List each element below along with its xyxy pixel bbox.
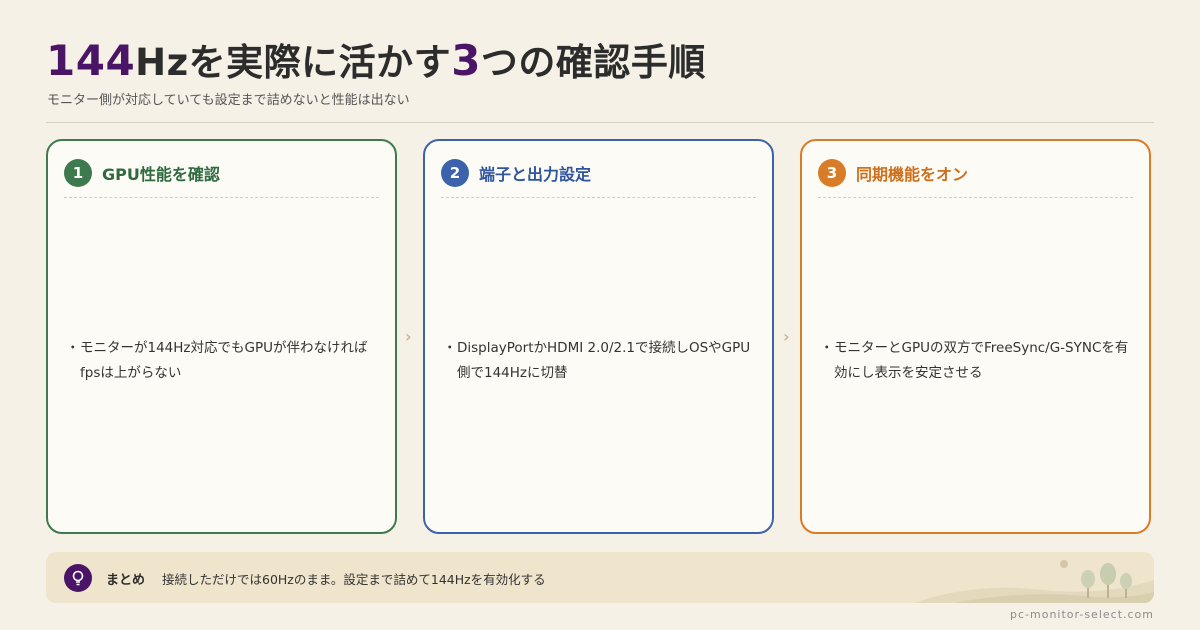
site-url: pc-monitor-select.com	[1010, 608, 1154, 621]
summary-bar: まとめ 接続しただけでは60Hzのまま。設定まで詰めて144Hzを有効化する	[46, 552, 1154, 603]
step-divider	[441, 197, 756, 198]
title-number-144: 144	[46, 36, 136, 85]
step-title: 端子と出力設定	[479, 165, 592, 184]
step-card-header: 3 同期機能をオン	[818, 159, 968, 187]
title-number-3: 3	[451, 36, 481, 85]
step-card-header: 2 端子と出力設定	[441, 159, 591, 187]
step-number-badge: 1	[64, 159, 92, 187]
step-card-output: 2 端子と出力設定 ・ DisplayPortかHDMI 2.0/2.1で接続し…	[423, 139, 774, 534]
page-title: 144Hzを実際に活かす3つの確認手順	[46, 32, 706, 86]
step-title: 同期機能をオン	[856, 165, 969, 184]
lightbulb-icon	[64, 564, 92, 592]
summary-text: 接続しただけでは60Hzのまま。設定まで詰めて144Hzを有効化する	[162, 572, 546, 587]
header-divider	[46, 122, 1154, 123]
title-text-1: Hzを実際に活かす	[135, 41, 452, 84]
title-text-2: つの確認手順	[480, 41, 706, 84]
step-bullet: ・ モニターが144Hz対応でもGPUが伴わなければfpsは上がらない	[66, 336, 376, 386]
bullet-marker: ・	[66, 340, 80, 356]
step-number-badge: 2	[441, 159, 469, 187]
step-divider	[818, 197, 1133, 198]
step-bullet: ・ DisplayPortかHDMI 2.0/2.1で接続しOSやGPU側で14…	[443, 336, 753, 386]
bullet-marker: ・	[820, 340, 834, 356]
step-card-header: 1 GPU性能を確認	[64, 159, 220, 187]
step-bullet-text: DisplayPortかHDMI 2.0/2.1で接続しOSやGPU側で144H…	[457, 340, 751, 381]
landscape-illustration	[914, 560, 1154, 603]
step-bullet-text: モニターとGPUの双方でFreeSync/G-SYNCを有効にし表示を安定させる	[834, 340, 1129, 381]
chevron-right-icon: ›	[783, 327, 790, 346]
chevron-right-icon: ›	[405, 327, 412, 346]
step-number-badge: 3	[818, 159, 846, 187]
step-bullet: ・ モニターとGPUの双方でFreeSync/G-SYNCを有効にし表示を安定さ…	[820, 336, 1130, 386]
step-card-gpu: 1 GPU性能を確認 ・ モニターが144Hz対応でもGPUが伴わなければfps…	[46, 139, 397, 534]
step-divider	[64, 197, 379, 198]
step-bullet-text: モニターが144Hz対応でもGPUが伴わなければfpsは上がらない	[80, 340, 368, 381]
step-card-sync: 3 同期機能をオン ・ モニターとGPUの双方でFreeSync/G-SYNCを…	[800, 139, 1151, 534]
bullet-marker: ・	[443, 340, 457, 356]
summary-label: まとめ	[106, 573, 146, 588]
step-title: GPU性能を確認	[102, 165, 220, 184]
page-subtitle: モニター側が対応していても設定まで詰めないと性能は出ない	[47, 93, 410, 108]
